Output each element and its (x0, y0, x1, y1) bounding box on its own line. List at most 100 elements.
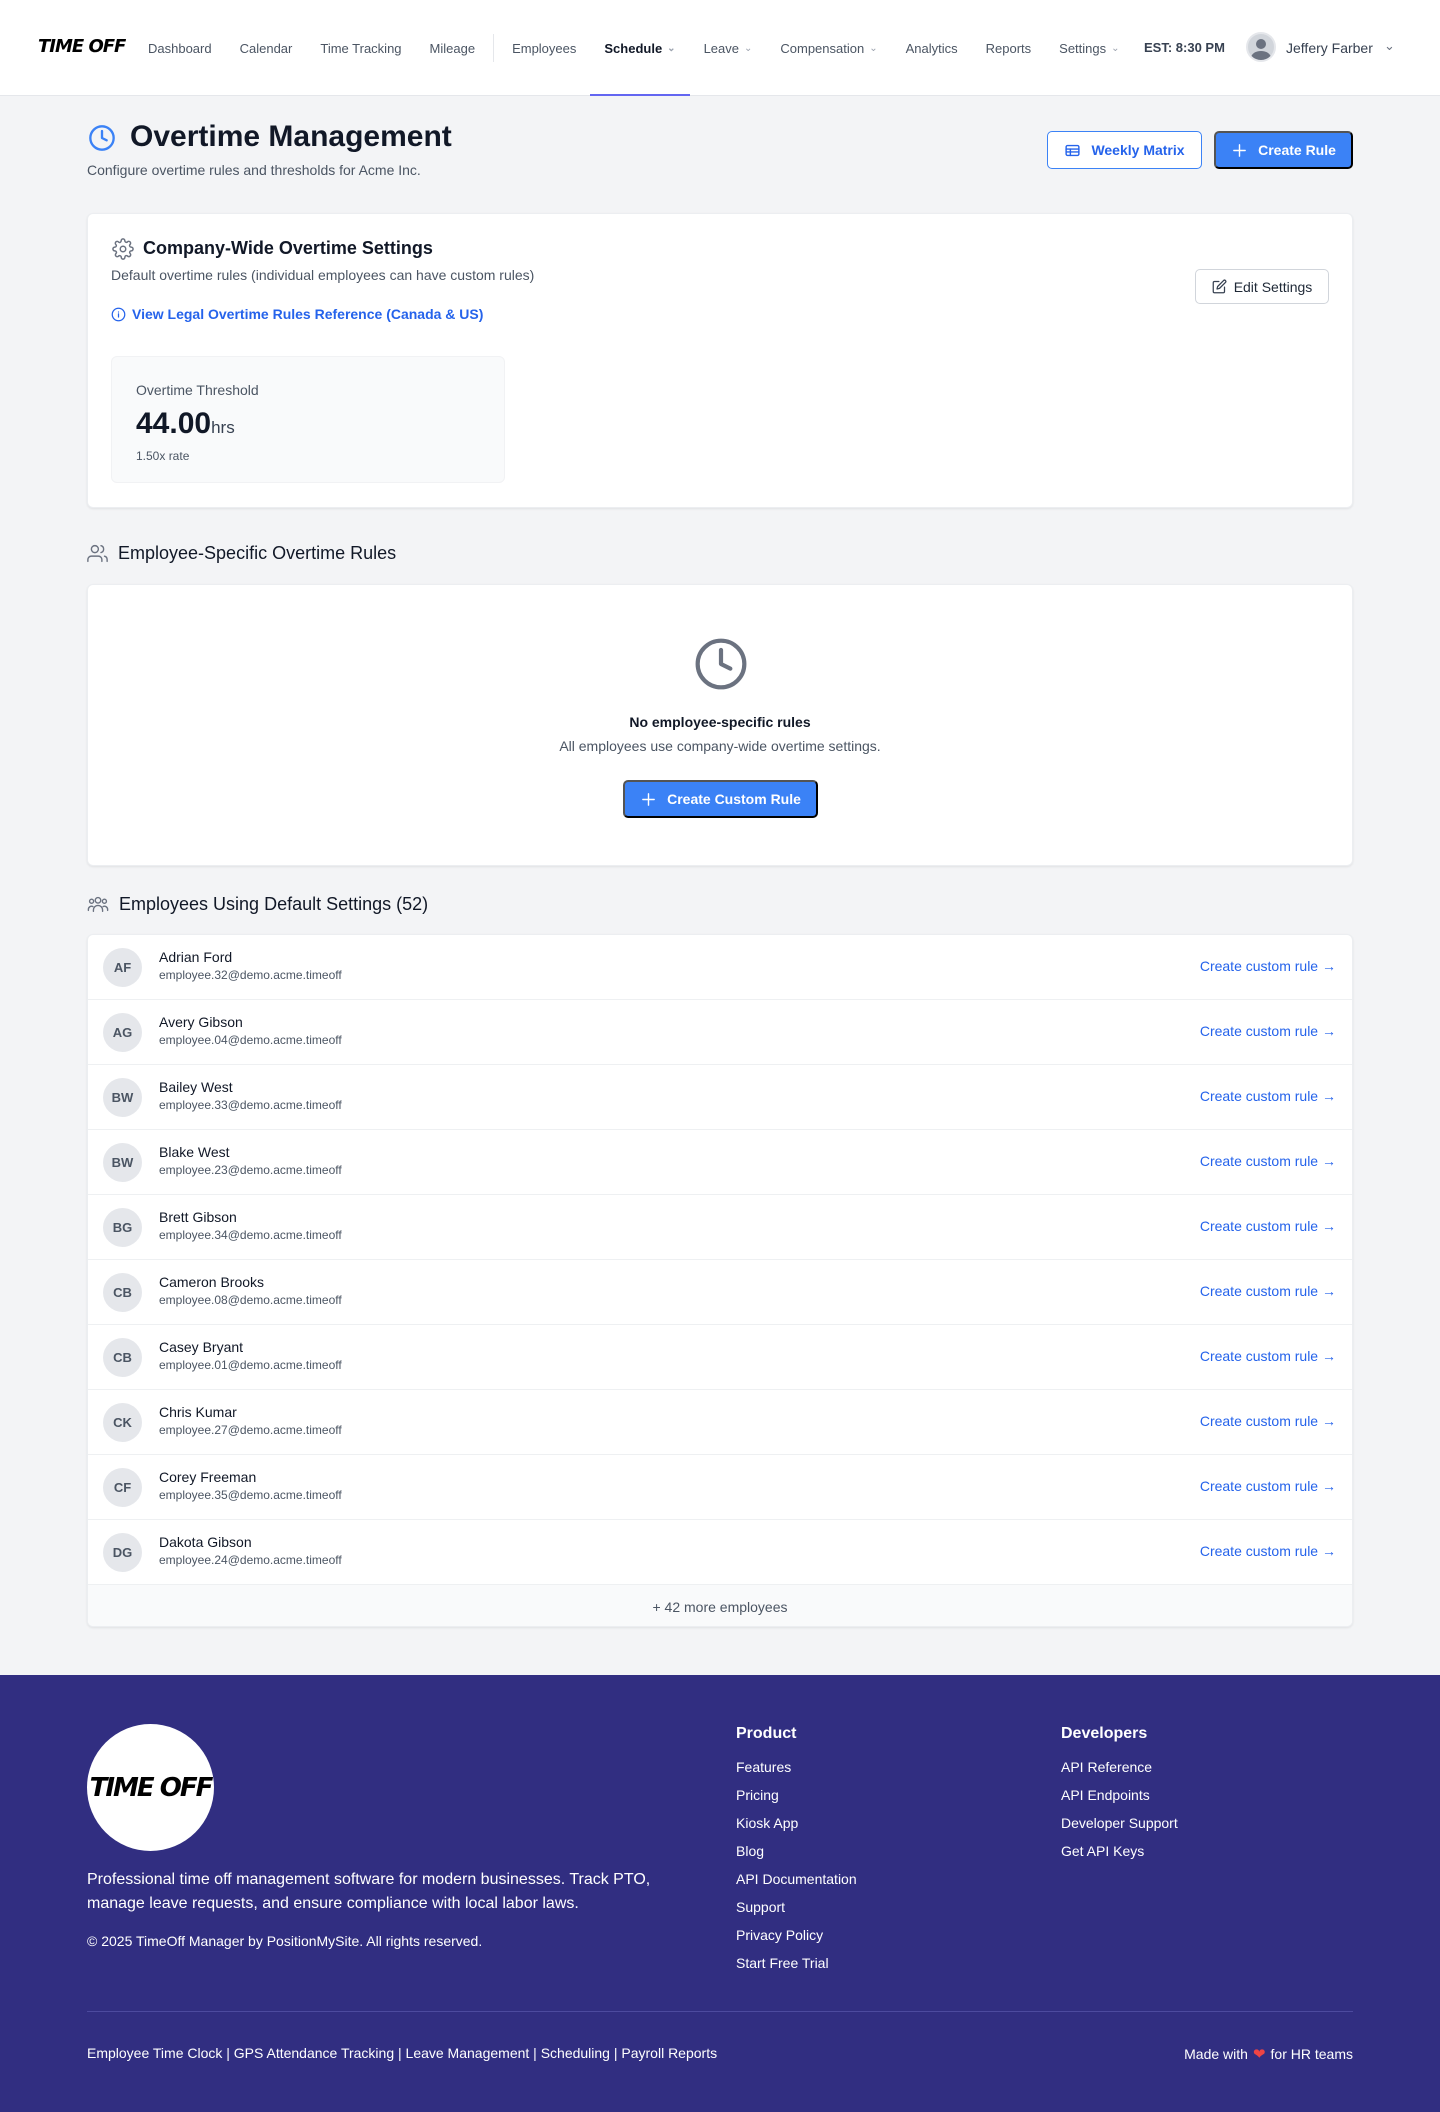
footer-link-developer-support[interactable]: Developer Support (1061, 1815, 1178, 1831)
footer-logo[interactable]: TIME OFF (87, 1724, 214, 1851)
employee-email: employee.33@demo.acme.timeoff (159, 1098, 342, 1112)
empty-state-subtitle: All employees use company-wide overtime … (559, 738, 881, 754)
user-name[interactable]: Jeffery Farber (1286, 40, 1373, 56)
edit-settings-button[interactable]: Edit Settings (1195, 269, 1329, 304)
footer-logo-text: TIME OFF (89, 1772, 214, 1803)
gear-icon (112, 238, 134, 265)
footer-link-features[interactable]: Features (736, 1759, 857, 1775)
weekly-matrix-button[interactable]: Weekly Matrix (1047, 131, 1202, 169)
page-subtitle: Configure overtime rules and thresholds … (87, 162, 421, 178)
avatar: CK (103, 1403, 142, 1442)
create-custom-rule-button[interactable]: Create Custom Rule (623, 780, 818, 818)
nav-label: Mileage (429, 40, 476, 56)
footer-link-api-documentation[interactable]: API Documentation (736, 1871, 857, 1887)
nav-employees[interactable]: Employees (498, 0, 590, 96)
employee-email: employee.35@demo.acme.timeoff (159, 1488, 342, 1502)
footer-link-blog[interactable]: Blog (736, 1843, 857, 1859)
plus-icon (1231, 142, 1248, 159)
nav-label: Reports (985, 40, 1032, 56)
employee-email: employee.23@demo.acme.timeoff (159, 1163, 342, 1177)
employee-name: Blake West (159, 1144, 230, 1160)
nav-settings[interactable]: Settings ⌄ (1045, 0, 1133, 96)
create-custom-rule-link[interactable]: Create custom rule → (1200, 1153, 1336, 1169)
default-employees-list: AF Adrian Ford employee.32@demo.acme.tim… (87, 934, 1353, 1627)
create-rule-button[interactable]: Create Rule (1214, 131, 1353, 169)
footer-link-pricing[interactable]: Pricing (736, 1787, 857, 1803)
threshold-unit: hrs (211, 418, 235, 437)
employee-email: employee.01@demo.acme.timeoff (159, 1358, 342, 1372)
table-icon (1064, 142, 1081, 159)
footer-feature-links[interactable]: Employee Time Clock | GPS Attendance Tra… (87, 2045, 717, 2061)
weekly-matrix-label: Weekly Matrix (1091, 142, 1185, 158)
employee-email: employee.04@demo.acme.timeoff (159, 1033, 342, 1047)
create-custom-rule-link[interactable]: Create custom rule → (1200, 958, 1336, 974)
made-with-suffix: for HR teams (1270, 2046, 1353, 2062)
employee-email: employee.24@demo.acme.timeoff (159, 1553, 342, 1567)
create-custom-rule-link[interactable]: Create custom rule → (1200, 1283, 1336, 1299)
overtime-threshold-panel: Overtime Threshold 44.00hrs 1.50x rate (111, 356, 505, 483)
nav-label: Time Tracking (320, 40, 402, 56)
create-custom-rule-label: Create Custom Rule (667, 791, 801, 807)
nav-compensation[interactable]: Compensation ⌄ (766, 0, 891, 96)
footer-link-privacy-policy[interactable]: Privacy Policy (736, 1927, 857, 1943)
create-custom-rule-link[interactable]: Create custom rule → (1200, 1478, 1336, 1494)
edit-settings-label: Edit Settings (1233, 278, 1313, 295)
user-avatar[interactable] (1246, 32, 1276, 62)
create-custom-rule-link[interactable]: Create custom rule → (1200, 1413, 1336, 1429)
nav-divider (493, 34, 495, 62)
avatar: CF (103, 1468, 142, 1507)
nav-label: Employees (512, 40, 577, 56)
nav-schedule[interactable]: Schedule ⌄ (590, 0, 690, 96)
default-employees-title: Employees Using Default Settings (52) (119, 893, 429, 914)
create-custom-rule-link[interactable]: Create custom rule → (1200, 1348, 1336, 1364)
employee-name: Bailey West (159, 1079, 233, 1095)
threshold-value: 44.00hrs (136, 407, 235, 441)
team-icon (87, 893, 109, 915)
edit-icon (1212, 279, 1227, 294)
footer-product-column: Product Features Pricing Kiosk App Blog … (736, 1725, 857, 1983)
chevron-down-icon[interactable]: ⌄ (1384, 38, 1395, 54)
create-custom-rule-link[interactable]: Create custom rule → (1200, 1088, 1336, 1104)
nav-time-tracking[interactable]: Time Tracking (306, 0, 415, 96)
employee-email: employee.08@demo.acme.timeoff (159, 1293, 342, 1307)
footer-link-get-api-keys[interactable]: Get API Keys (1061, 1843, 1178, 1859)
nav-leave[interactable]: Leave ⌄ (690, 0, 767, 96)
threshold-rate: 1.50x rate (136, 449, 190, 463)
list-item: BW Blake West employee.23@demo.acme.time… (88, 1130, 1352, 1195)
nav-reports[interactable]: Reports (972, 0, 1046, 96)
app-logo[interactable]: TIME OFF (38, 36, 126, 57)
info-icon (111, 307, 126, 322)
nav-mileage[interactable]: Mileage (416, 0, 490, 96)
chevron-down-icon: ⌄ (1111, 42, 1120, 54)
nav-label: Leave (703, 40, 739, 56)
avatar: BW (103, 1143, 142, 1182)
avatar: AG (103, 1013, 142, 1052)
current-time: EST: 8:30 PM (1144, 40, 1225, 55)
create-custom-rule-link[interactable]: Create custom rule → (1200, 1218, 1336, 1234)
heart-icon: ❤ (1252, 2046, 1266, 2063)
avatar: DG (103, 1533, 142, 1572)
footer-link-api-endpoints[interactable]: API Endpoints (1061, 1787, 1178, 1803)
legal-link-label: View Legal Overtime Rules Reference (Can… (132, 306, 484, 322)
page-title: Overtime Management (130, 120, 452, 153)
footer-developers-title: Developers (1061, 1725, 1148, 1742)
footer-link-support[interactable]: Support (736, 1899, 857, 1915)
nav-analytics[interactable]: Analytics (892, 0, 972, 96)
nav-calendar[interactable]: Calendar (226, 0, 307, 96)
list-item: BW Bailey West employee.33@demo.acme.tim… (88, 1065, 1352, 1130)
create-custom-rule-link[interactable]: Create custom rule → (1200, 1023, 1336, 1039)
nav-label: Calendar (239, 40, 293, 56)
employee-rules-card: No employee-specific rules All employees… (87, 584, 1353, 866)
employee-email: employee.27@demo.acme.timeoff (159, 1423, 342, 1437)
threshold-number: 44.00 (136, 407, 212, 440)
avatar: CB (103, 1273, 142, 1312)
footer-link-start-free-trial[interactable]: Start Free Trial (736, 1955, 857, 1971)
avatar: BW (103, 1078, 142, 1117)
more-employees-row[interactable]: + 42 more employees (88, 1585, 1352, 1626)
footer-link-kiosk-app[interactable]: Kiosk App (736, 1815, 857, 1831)
default-employees-heading: Employees Using Default Settings (52) (87, 893, 428, 915)
nav-dashboard[interactable]: Dashboard (134, 0, 226, 96)
legal-rules-link[interactable]: View Legal Overtime Rules Reference (Can… (111, 306, 483, 322)
create-custom-rule-link[interactable]: Create custom rule → (1200, 1543, 1336, 1559)
footer-link-api-reference[interactable]: API Reference (1061, 1759, 1178, 1775)
